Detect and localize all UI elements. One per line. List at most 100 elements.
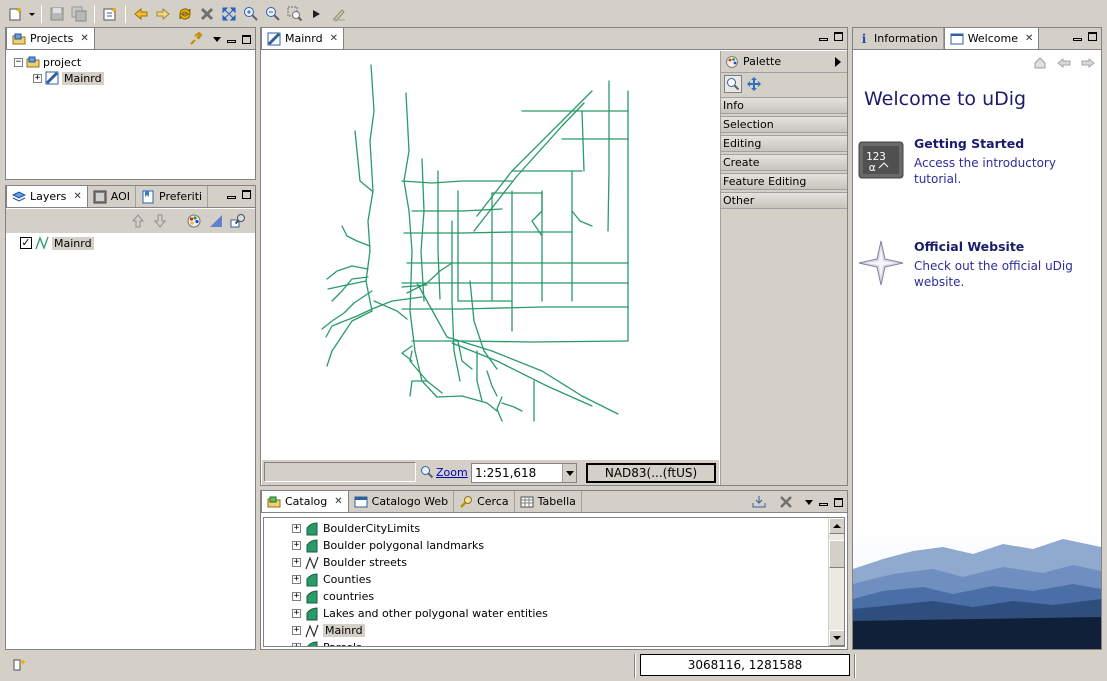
zoom-button[interactable]: Zoom — [420, 462, 468, 482]
palette-drawer-selection[interactable]: Selection — [721, 116, 847, 133]
move-up-icon[interactable] — [130, 213, 146, 232]
zoom-box-icon[interactable] — [285, 4, 305, 24]
color-palette-icon[interactable] — [186, 213, 202, 232]
link-icon[interactable] — [189, 31, 203, 46]
tab-catalogo-web[interactable]: Catalogo Web — [349, 491, 455, 512]
tab-welcome[interactable]: Welcome ✕ — [943, 27, 1040, 49]
close-icon[interactable]: ✕ — [1025, 33, 1033, 44]
expand-icon[interactable]: + — [292, 626, 301, 635]
expand-icon[interactable]: + — [292, 524, 301, 533]
maximize-icon[interactable] — [242, 34, 251, 44]
chevron-down-icon[interactable] — [562, 464, 576, 482]
catalog-tree[interactable]: + BoulderCityLimits + Boulder polygonal lan… — [263, 517, 845, 647]
crs-button[interactable]: NAD83(...(ftUS) — [586, 463, 716, 483]
minimize-icon[interactable] — [227, 40, 236, 43]
scroll-thumb[interactable] — [829, 540, 844, 568]
collapse-icon[interactable]: − — [14, 57, 23, 67]
palette-drawer-editing[interactable]: Editing — [721, 135, 847, 152]
layer-item-mainrd[interactable]: ✓ Mainrd — [20, 235, 94, 251]
maximize-icon[interactable] — [834, 32, 843, 41]
scale-combo[interactable]: 1:251,618 — [471, 463, 577, 483]
minimize-icon[interactable] — [819, 503, 828, 506]
tab-cerca[interactable]: Cerca — [454, 491, 515, 512]
palette-icon — [725, 55, 739, 69]
close-icon[interactable]: ✕ — [330, 33, 338, 44]
catalog-item[interactable]: + Boulder polygonal landmarks — [292, 537, 484, 554]
tab-layers[interactable]: Layers ✕ — [6, 185, 88, 207]
palette-drawer-other[interactable]: Other — [721, 192, 847, 209]
refresh-icon[interactable] — [175, 4, 195, 24]
catalog-item[interactable]: + Mainrd — [292, 622, 365, 639]
new-icon[interactable] — [6, 4, 26, 24]
tab-catalog[interactable]: Catalog ✕ — [261, 490, 349, 512]
scroll-down-icon[interactable] — [829, 630, 844, 646]
stop-icon[interactable] — [197, 4, 217, 24]
find-layer-icon[interactable] — [230, 213, 246, 232]
catalog-scrollbar[interactable] — [828, 518, 844, 646]
edit-icon[interactable] — [329, 4, 349, 24]
catalog-item[interactable]: + Counties — [292, 571, 371, 588]
expand-icon[interactable]: + — [292, 558, 301, 567]
tab-projects[interactable]: Projects ✕ — [6, 27, 95, 49]
tab-aoi[interactable]: AOI — [88, 186, 137, 207]
expand-icon[interactable]: + — [33, 73, 42, 83]
zoom-in-icon[interactable] — [241, 4, 261, 24]
magnifier-tool-icon[interactable] — [724, 75, 742, 93]
official-website-link[interactable]: Official Website Check out the official … — [857, 239, 1097, 299]
tab-preferiti[interactable]: Preferiti — [136, 186, 209, 207]
dropdown-arrow-icon[interactable] — [28, 4, 36, 24]
catalog-item[interactable]: + countries — [292, 588, 374, 605]
expand-icon[interactable]: + — [292, 643, 301, 646]
minimize-icon[interactable] — [1073, 37, 1082, 41]
view-menu-icon[interactable] — [805, 499, 813, 505]
tab-tabella[interactable]: Tabella — [515, 491, 582, 512]
nav-forward-icon[interactable] — [1081, 56, 1095, 73]
tree-item-mainrd-map[interactable]: + Mainrd — [33, 70, 104, 86]
forward-icon[interactable] — [153, 4, 173, 24]
maximize-icon[interactable] — [1088, 32, 1097, 41]
maximize-icon[interactable] — [834, 497, 843, 507]
map-canvas[interactable] — [262, 51, 719, 460]
expand-icon[interactable]: + — [292, 609, 301, 618]
tab-information[interactable]: i Information — [853, 28, 944, 49]
close-icon[interactable]: ✕ — [73, 191, 81, 202]
save-all-icon[interactable] — [69, 4, 89, 24]
layer-visibility-checkbox[interactable]: ✓ — [20, 237, 32, 249]
back-icon[interactable] — [131, 4, 151, 24]
catalog-item[interactable]: + Parcels — [292, 639, 362, 646]
palette-header[interactable]: Palette — [721, 51, 847, 73]
save-icon[interactable] — [47, 4, 67, 24]
getting-started-link[interactable]: 123 α Getting Started Access the introduc… — [857, 136, 1097, 196]
catalog-item[interactable]: + Lakes and other polygonal water entitie… — [292, 605, 548, 622]
view-menu-icon[interactable] — [213, 36, 221, 42]
palette-drawer-info[interactable]: Info — [721, 97, 847, 114]
maximize-icon[interactable] — [242, 190, 251, 199]
catalog-item[interactable]: + Boulder streets — [292, 554, 407, 571]
catalog-item[interactable]: + BoulderCityLimits — [292, 520, 420, 537]
style-icon[interactable] — [208, 213, 224, 232]
import-data-icon[interactable] — [751, 495, 767, 509]
close-icon[interactable]: ✕ — [334, 496, 342, 507]
scroll-up-icon[interactable] — [829, 518, 844, 534]
expand-icon[interactable]: + — [292, 592, 301, 601]
zoom-extent-icon[interactable] — [219, 4, 239, 24]
tab-mainrd[interactable]: Mainrd ✕ — [261, 27, 344, 49]
tree-item-project[interactable]: − project — [14, 54, 81, 70]
palette-drawer-feature-editing[interactable]: Feature Editing — [721, 173, 847, 190]
close-icon[interactable]: ✕ — [80, 33, 88, 44]
import-icon[interactable] — [100, 4, 120, 24]
expand-icon[interactable]: + — [292, 575, 301, 584]
zoom-out-icon[interactable] — [263, 4, 283, 24]
next-icon[interactable] — [307, 4, 327, 24]
minimize-icon[interactable] — [819, 37, 828, 41]
home-icon[interactable] — [1033, 56, 1047, 73]
expand-icon[interactable]: + — [292, 541, 301, 550]
move-down-icon[interactable] — [152, 213, 168, 232]
palette-collapse-icon[interactable] — [835, 56, 841, 67]
minimize-icon[interactable] — [227, 195, 236, 199]
fast-view-icon[interactable] — [12, 657, 28, 676]
remove-icon[interactable] — [779, 495, 793, 509]
nav-back-icon[interactable] — [1057, 56, 1071, 73]
pan-tool-icon[interactable] — [746, 76, 762, 92]
palette-drawer-create[interactable]: Create — [721, 154, 847, 171]
